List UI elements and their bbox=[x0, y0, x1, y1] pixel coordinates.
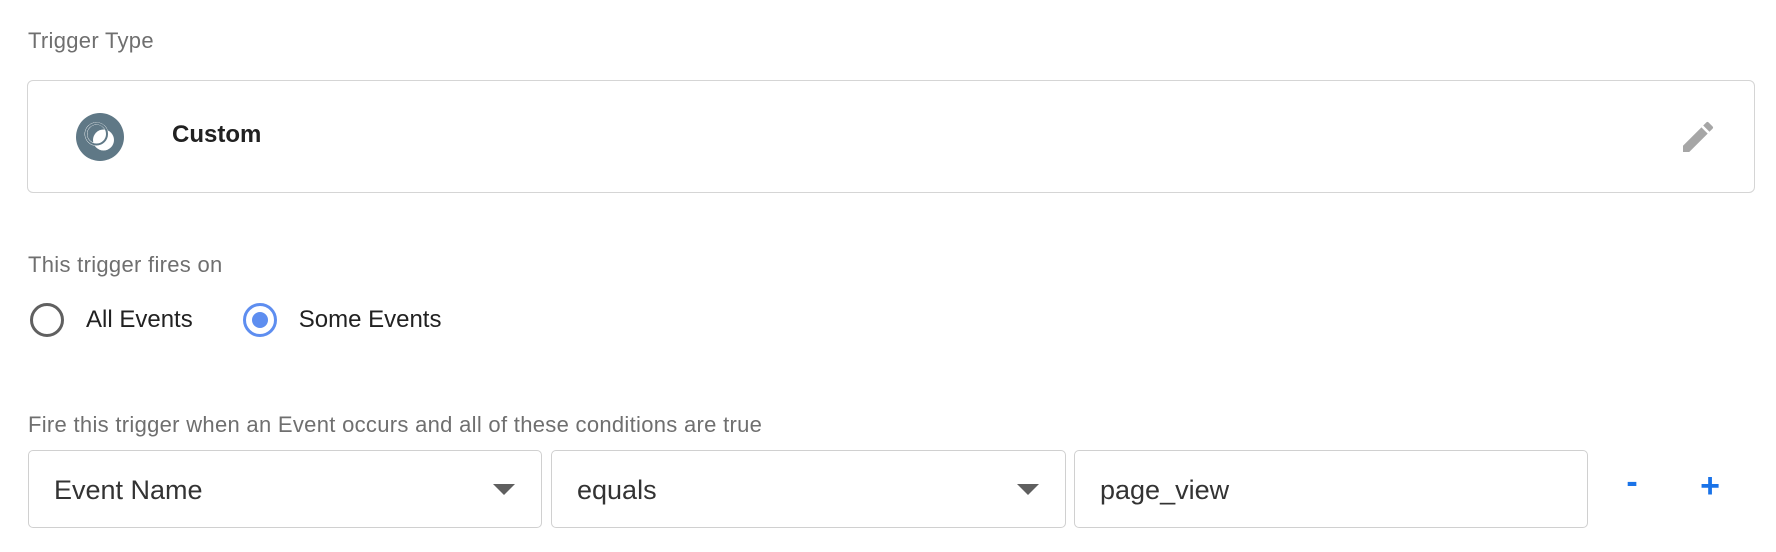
trigger-type-name: Custom bbox=[172, 121, 262, 148]
radio-some-events[interactable]: Some Events bbox=[242, 303, 442, 337]
add-condition-button[interactable]: + bbox=[1688, 464, 1732, 508]
radio-all-events[interactable]: All Events bbox=[30, 303, 193, 337]
radio-button-checked[interactable] bbox=[242, 303, 277, 337]
radio-button-unchecked[interactable] bbox=[30, 303, 64, 337]
trigger-type-label: Trigger Type bbox=[28, 28, 154, 53]
dropdown-arrow-icon bbox=[1017, 484, 1039, 495]
pencil-icon[interactable] bbox=[1678, 117, 1718, 157]
condition-variable-select[interactable]: Event Name bbox=[28, 450, 542, 528]
custom-event-icon bbox=[76, 113, 124, 161]
radio-some-events-label: Some Events bbox=[298, 306, 442, 333]
fires-on-radio-group: All Events Some Events bbox=[30, 303, 441, 337]
conditions-label: Fire this trigger when an Event occurs a… bbox=[28, 412, 763, 437]
radio-all-events-label: All Events bbox=[86, 306, 193, 333]
condition-operator-select[interactable]: equals bbox=[551, 450, 1066, 528]
dropdown-arrow-icon bbox=[493, 484, 515, 495]
condition-value-text: page_view bbox=[1100, 475, 1230, 505]
condition-value-input[interactable]: page_view bbox=[1074, 450, 1588, 528]
remove-condition-button[interactable]: - bbox=[1610, 460, 1654, 504]
fires-on-label: This trigger fires on bbox=[28, 252, 223, 277]
trigger-type-card[interactable]: Custom bbox=[27, 80, 1755, 193]
condition-operator-value: equals bbox=[577, 475, 657, 505]
condition-variable-value: Event Name bbox=[54, 475, 203, 505]
